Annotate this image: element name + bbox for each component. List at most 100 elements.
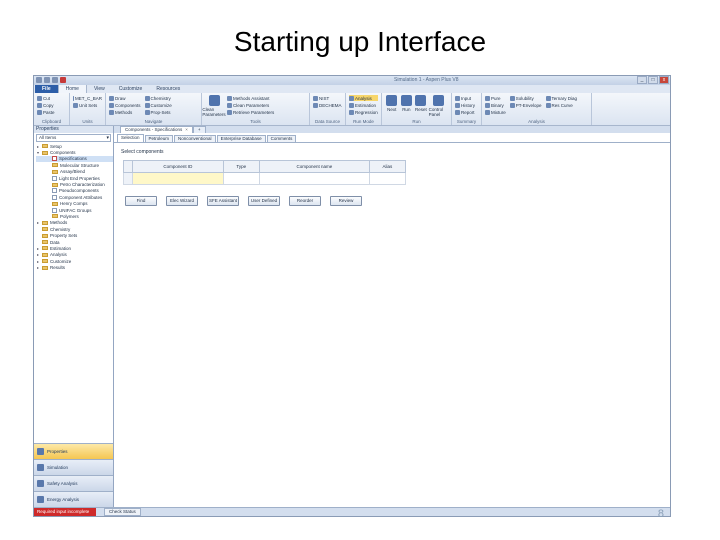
mixture-button[interactable]: Mixture: [485, 109, 506, 115]
solubility-icon: [509, 95, 515, 101]
nav-button[interactable]: Properties: [34, 443, 113, 459]
elec-wizard-button[interactable]: Elec Wizard: [166, 196, 198, 206]
regression-mode-button[interactable]: Regression: [349, 109, 378, 115]
components-button[interactable]: Components: [109, 102, 141, 108]
input-button[interactable]: Input: [455, 95, 478, 101]
nav-button-label: Properties: [47, 449, 68, 454]
clean-parameters-icon: [227, 102, 232, 108]
binary-button[interactable]: Binary: [485, 102, 506, 108]
clean-parameters-big-button[interactable]: Clean Parameters: [202, 95, 226, 117]
tab-resources[interactable]: Resources: [149, 85, 187, 93]
close-button[interactable]: x: [659, 76, 669, 84]
tab-file[interactable]: File: [35, 85, 58, 93]
tree-item[interactable]: ▸ Results: [36, 264, 113, 270]
tab-selection[interactable]: Selection: [117, 134, 144, 142]
nav-button[interactable]: Safety Analysis: [34, 475, 113, 491]
reset-button[interactable]: Reset: [414, 95, 428, 117]
pure-button[interactable]: Pure: [485, 95, 506, 101]
report-button[interactable]: Report: [455, 109, 478, 115]
tab-nonconventional[interactable]: Nonconventional: [174, 135, 216, 142]
dechema-button[interactable]: DECHEMA: [313, 102, 342, 108]
tree-item-label: Light End Properties: [59, 175, 100, 181]
history-button[interactable]: History: [455, 102, 478, 108]
nav-button[interactable]: Simulation: [34, 459, 113, 475]
estimation-mode-button[interactable]: Estimation: [349, 102, 378, 108]
expand-arrow-icon[interactable]: ▸: [36, 144, 40, 149]
run-icon[interactable]: [60, 77, 66, 83]
tab-view[interactable]: View: [87, 85, 112, 93]
retrieve-parameters-button[interactable]: Retrieve Parameters: [227, 109, 274, 115]
folder-icon: [42, 227, 48, 232]
tab-comments[interactable]: Comments: [266, 135, 297, 142]
find-button[interactable]: Find: [125, 196, 157, 206]
navigation-buttons: Properties Simulation Safety Analysis Energ…: [34, 443, 113, 507]
column-component-name[interactable]: Component name: [258, 160, 370, 173]
group-clipboard: Cut Copy Paste Clipboard: [34, 93, 70, 125]
clean-parameters-button[interactable]: Clean Parameters: [227, 102, 274, 108]
copy-button[interactable]: Copy: [37, 102, 66, 108]
check-status-button[interactable]: Check Status: [104, 508, 141, 516]
nist-button[interactable]: NIST: [313, 95, 342, 101]
undo-icon[interactable]: [52, 77, 58, 83]
app-icon[interactable]: [36, 77, 42, 83]
tree-item-label: Methods: [50, 220, 68, 226]
customize-button[interactable]: Customize: [144, 102, 172, 108]
solubility-button[interactable]: Solubility: [509, 95, 542, 101]
maximize-button[interactable]: □: [648, 76, 658, 84]
new-tab-button[interactable]: +: [192, 126, 206, 133]
units-icon: [73, 95, 74, 101]
close-tab-icon[interactable]: ×: [185, 127, 188, 132]
tab-customize[interactable]: Customize: [112, 85, 150, 93]
column-alias[interactable]: Alias: [368, 160, 407, 173]
next-button[interactable]: Next: [385, 95, 399, 117]
tab-home[interactable]: Home: [57, 84, 87, 93]
unit-set-select[interactable]: MET_C_BAR: [73, 95, 102, 101]
navigation-filter-dropdown[interactable]: All Items: [36, 134, 111, 142]
type-cell[interactable]: [222, 172, 260, 185]
alias-cell[interactable]: [368, 172, 407, 185]
document-tab-components-specifications[interactable]: Components - Specifications ×: [120, 126, 193, 133]
cut-button[interactable]: Cut: [37, 95, 66, 101]
collapse-arrow-icon[interactable]: ▾: [36, 150, 40, 155]
expand-arrow-icon[interactable]: ▸: [36, 220, 40, 225]
expand-arrow-icon[interactable]: ▸: [36, 259, 40, 264]
sfe-assistant-button[interactable]: SFE Assistant: [207, 196, 239, 206]
paste-button[interactable]: Paste: [37, 109, 66, 115]
column-type[interactable]: Type: [222, 160, 260, 173]
pt-envelope-button[interactable]: PT-Envelope: [509, 102, 542, 108]
group-label: Analysis: [528, 119, 545, 124]
unit-sets-button[interactable]: Unit Sets: [73, 102, 102, 108]
user-defined-button[interactable]: User Defined: [248, 196, 280, 206]
chemistry-button[interactable]: Chemistry: [144, 95, 172, 101]
expand-arrow-icon[interactable]: ▸: [36, 252, 40, 257]
prop-sets-button[interactable]: Prop-Sets: [144, 109, 172, 115]
folder-icon: [52, 169, 58, 174]
tab-enterprise-database[interactable]: Enterprise Database: [216, 135, 266, 142]
save-icon[interactable]: [44, 77, 50, 83]
component-name-cell[interactable]: [258, 172, 370, 185]
run-button[interactable]: Run: [400, 95, 414, 117]
ribbon-tabs: File Home View Customize Resources: [34, 84, 670, 93]
column-component-id[interactable]: Component ID: [132, 160, 224, 173]
tab-petroleum[interactable]: Petroleum: [144, 135, 174, 142]
slide-title: Starting up Interface: [233, 26, 487, 57]
ternary-diag-button[interactable]: Ternary Diag: [545, 95, 577, 101]
component-id-cell[interactable]: [132, 172, 224, 185]
review-button[interactable]: Review: [330, 196, 362, 206]
expand-arrow-icon[interactable]: ▸: [36, 246, 40, 251]
draw-button[interactable]: Draw: [109, 95, 141, 101]
folder-icon: [42, 220, 48, 225]
methods-assistant-button[interactable]: Methods Assistant: [227, 95, 274, 101]
expand-arrow-icon[interactable]: ▸: [36, 265, 40, 270]
analysis-mode-button[interactable]: Analysis: [349, 95, 378, 101]
folder-icon: [42, 252, 48, 257]
minimize-button[interactable]: _: [637, 76, 647, 84]
control-panel-button[interactable]: Control Panel: [429, 95, 448, 117]
component-button-row: Find Elec Wizard SFE Assistant User Defi…: [125, 196, 362, 206]
copy-icon: [37, 102, 42, 108]
methods-button[interactable]: Methods: [109, 109, 141, 115]
folder-icon: [42, 233, 48, 238]
reorder-button[interactable]: Reorder: [289, 196, 321, 206]
nav-button[interactable]: Energy Analysis: [34, 491, 113, 507]
res-curve-button[interactable]: Res Curve: [545, 102, 578, 108]
